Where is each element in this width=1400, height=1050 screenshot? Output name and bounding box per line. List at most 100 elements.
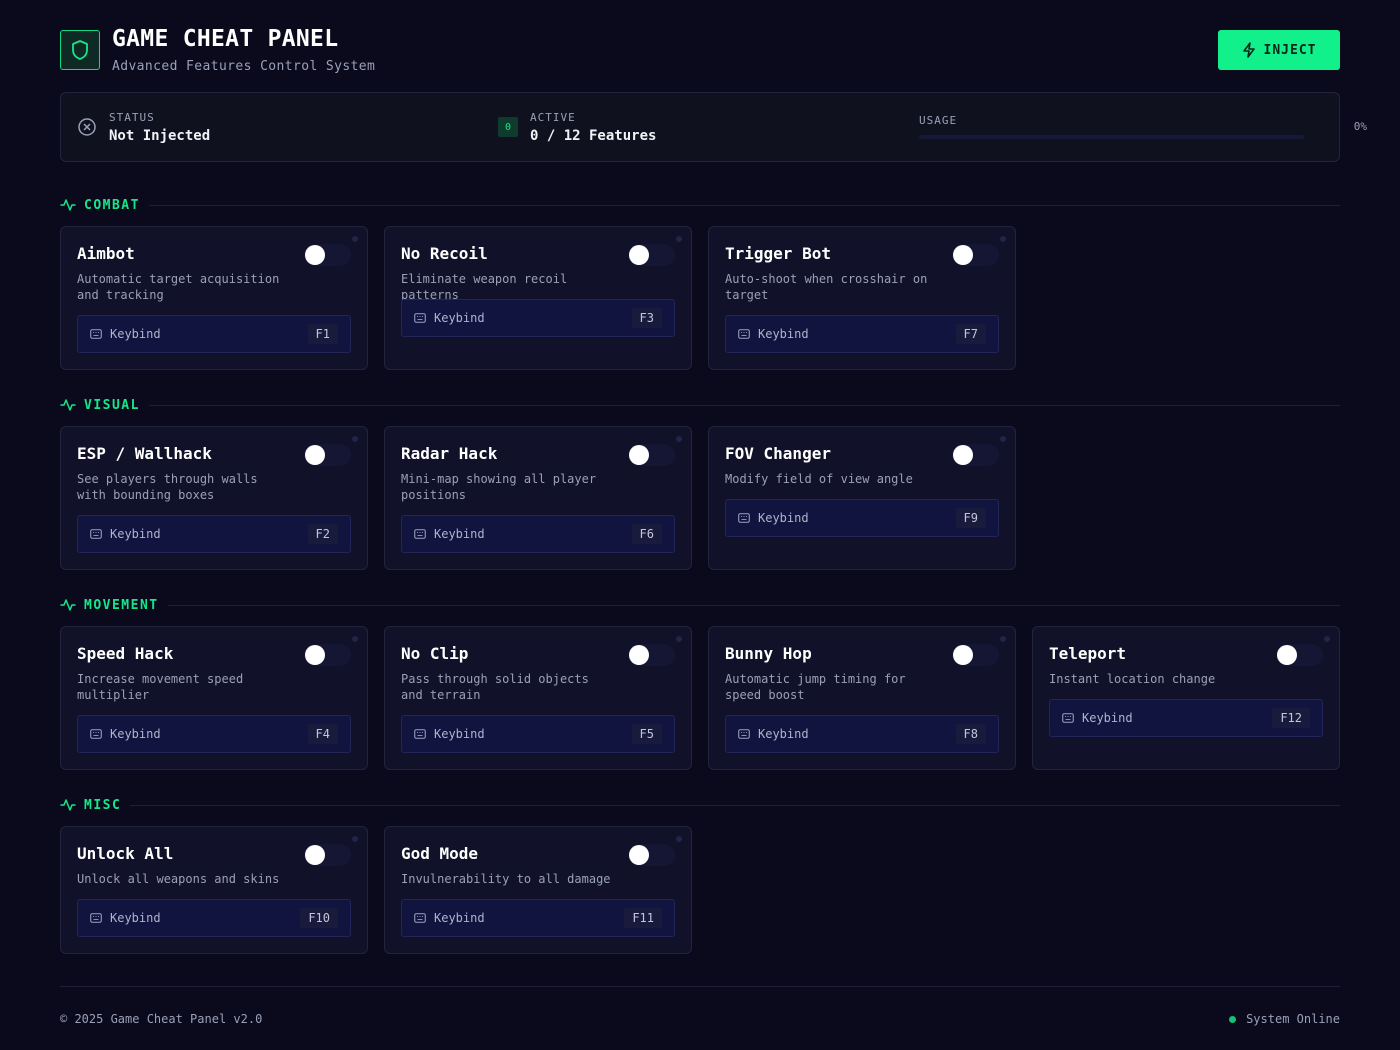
keybind-field[interactable]: Keybind F8 <box>725 715 999 753</box>
status-dot-icon <box>352 636 358 642</box>
status-dot-icon <box>1000 236 1006 242</box>
keybind-key: F10 <box>300 908 338 928</box>
feature-description: Instant location change <box>1049 672 1216 686</box>
section-header: MISC <box>60 796 1340 814</box>
feature-card: Radar Hack Mini-map showing all player po… <box>384 426 692 570</box>
keybind-key: F1 <box>307 324 338 344</box>
keyboard-icon <box>414 313 426 323</box>
feature-name: Teleport <box>1049 644 1127 663</box>
keyboard-icon <box>414 913 426 923</box>
keybind-field[interactable]: Keybind F4 <box>77 715 351 753</box>
status-dot-icon <box>676 836 682 842</box>
status-dot-icon <box>352 236 358 242</box>
feature-name: ESP / Wallhack <box>77 444 212 463</box>
keybind-label: Keybind <box>110 527 161 541</box>
keyboard-icon <box>414 729 426 739</box>
feature-card: FOV Changer Modify field of view angle Key… <box>708 426 1016 570</box>
status-dot-icon <box>1000 636 1006 642</box>
keybind-field[interactable]: Keybind F10 <box>77 899 351 937</box>
active-label: ACTIVE <box>530 110 576 124</box>
feature-toggle[interactable] <box>952 244 999 266</box>
keybind-field[interactable]: Keybind F2 <box>77 515 351 553</box>
feature-card: God Mode Invulnerability to all damage Key… <box>384 826 692 954</box>
section-divider <box>148 204 1340 206</box>
feature-toggle[interactable] <box>304 444 351 466</box>
feature-name: Unlock All <box>77 844 174 863</box>
status-dot-icon <box>352 836 358 842</box>
feature-toggle[interactable] <box>628 244 675 266</box>
system-status: System Online <box>1229 1012 1340 1026</box>
section-divider <box>130 804 1340 806</box>
keyboard-icon <box>90 529 102 539</box>
feature-toggle[interactable] <box>304 244 351 266</box>
toggle-knob <box>629 645 649 665</box>
feature-description: Mini-map showing all player positions <box>401 472 597 502</box>
feature-toggle[interactable] <box>628 444 675 466</box>
feature-description: Modify field of view angle <box>725 472 913 486</box>
keybind-key: F2 <box>307 524 338 544</box>
section-divider <box>167 604 1340 606</box>
status-block: STATUS Not Injected <box>77 93 210 161</box>
feature-description: Unlock all weapons and skins <box>77 872 280 886</box>
toggle-knob <box>629 845 649 865</box>
keybind-label: Keybind <box>110 911 161 925</box>
keybind-label: Keybind <box>434 527 485 541</box>
status-label: STATUS <box>109 110 155 124</box>
toggle-knob <box>305 245 325 265</box>
keybind-field[interactable]: Keybind F6 <box>401 515 675 553</box>
feature-name: No Clip <box>401 644 469 663</box>
keyboard-icon <box>90 329 102 339</box>
keybind-field[interactable]: Keybind F11 <box>401 899 675 937</box>
section-header: COMBAT <box>60 196 1340 214</box>
feature-name: Aimbot <box>77 244 135 263</box>
feature-toggle[interactable] <box>952 444 999 466</box>
usage-block: USAGE 0% <box>919 93 1367 161</box>
keybind-label: Keybind <box>758 511 809 525</box>
status-dot-icon <box>676 436 682 442</box>
footer-copyright: © 2025 Game Cheat Panel v2.0 <box>60 1012 263 1026</box>
keybind-key: F12 <box>1272 708 1310 728</box>
toggle-knob <box>1277 645 1297 665</box>
keybind-field[interactable]: Keybind F12 <box>1049 699 1323 737</box>
keybind-field[interactable]: Keybind F7 <box>725 315 999 353</box>
feature-description: Invulnerability to all damage <box>401 872 611 886</box>
keybind-key: F7 <box>955 324 986 344</box>
feature-toggle[interactable] <box>952 644 999 666</box>
section-title: COMBAT <box>84 197 140 213</box>
feature-toggle[interactable] <box>1276 644 1323 666</box>
toggle-knob <box>305 445 325 465</box>
feature-name: Trigger Bot <box>725 244 831 263</box>
status-dot-icon <box>1000 436 1006 442</box>
feature-toggle[interactable] <box>304 644 351 666</box>
feature-name: God Mode <box>401 844 479 863</box>
feature-description: Automatic jump timing for speed boost <box>725 672 906 702</box>
keybind-label: Keybind <box>434 727 485 741</box>
usage-label: USAGE <box>919 114 958 127</box>
section-divider <box>148 404 1340 406</box>
keybind-field[interactable]: Keybind F5 <box>401 715 675 753</box>
feature-card: No Clip Pass through solid objects and te… <box>384 626 692 770</box>
feature-toggle[interactable] <box>628 844 675 866</box>
status-dot-icon <box>1229 1015 1237 1023</box>
feature-toggle[interactable] <box>304 844 351 866</box>
keybind-label: Keybind <box>110 327 161 341</box>
status-value: Not Injected <box>109 127 211 144</box>
feature-description: Increase movement speed multiplier <box>77 672 244 702</box>
feature-toggle[interactable] <box>628 644 675 666</box>
keyboard-icon <box>1062 713 1074 723</box>
status-dot-icon <box>1324 636 1330 642</box>
keyboard-icon <box>738 729 750 739</box>
keybind-key: F11 <box>624 908 662 928</box>
keybind-label: Keybind <box>110 727 161 741</box>
status-dot-icon <box>676 236 682 242</box>
keybind-field[interactable]: Keybind F9 <box>725 499 999 537</box>
feature-name: Bunny Hop <box>725 644 812 663</box>
feature-card: ESP / Wallhack See players through walls … <box>60 426 368 570</box>
inject-button[interactable]: INJECT <box>1218 30 1340 70</box>
activity-icon <box>60 399 76 411</box>
status-bar: STATUS Not Injected 0 ACTIVE 0 / 12 Feat… <box>60 92 1367 162</box>
keyboard-icon <box>738 513 750 523</box>
keybind-field[interactable]: Keybind F1 <box>77 315 351 353</box>
keybind-field[interactable]: Keybind F3 <box>401 299 675 337</box>
feature-name: FOV Changer <box>725 444 831 463</box>
